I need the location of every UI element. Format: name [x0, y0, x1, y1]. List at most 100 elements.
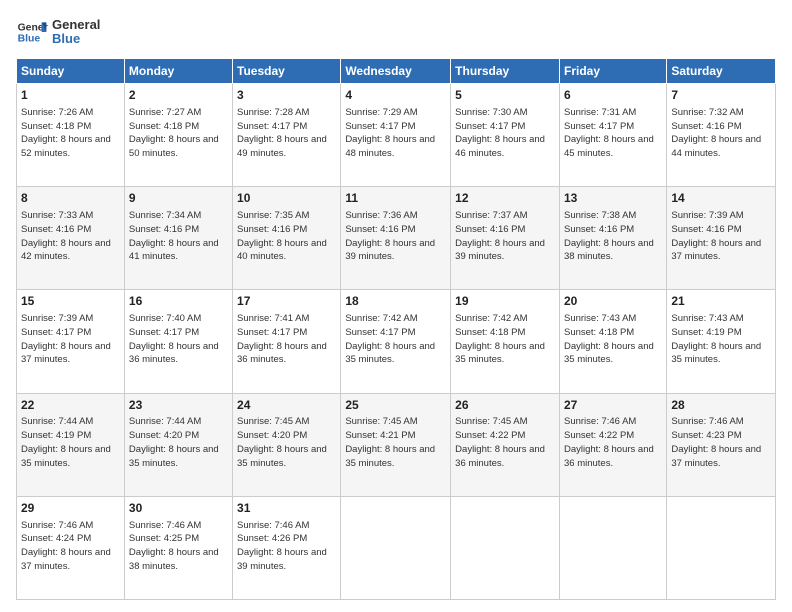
day-info: Sunrise: 7:45 AMSunset: 4:22 PMDaylight:…	[455, 416, 545, 468]
day-cell-3: 3Sunrise: 7:28 AMSunset: 4:17 PMDaylight…	[233, 84, 341, 187]
day-cell-6: 6 Sunrise: 7:31 AMSunset: 4:17 PMDaylight…	[559, 84, 666, 187]
day-number: 5	[455, 87, 555, 104]
day-number: 10	[237, 190, 336, 207]
header: General Blue General Blue	[16, 16, 776, 48]
day-number: 22	[21, 397, 120, 414]
day-number: 16	[129, 293, 228, 310]
day-cell-26: 26Sunrise: 7:45 AMSunset: 4:22 PMDayligh…	[451, 393, 560, 496]
day-number: 8	[21, 190, 120, 207]
day-info: Sunrise: 7:33 AMSunset: 4:16 PMDaylight:…	[21, 210, 111, 262]
day-info: Sunrise: 7:27 AMSunset: 4:18 PMDaylight:…	[129, 107, 219, 159]
day-cell-8: 8 Sunrise: 7:33 AMSunset: 4:16 PMDaylight…	[17, 187, 125, 290]
day-cell-14: 14Sunrise: 7:39 AMSunset: 4:16 PMDayligh…	[667, 187, 776, 290]
day-number: 12	[455, 190, 555, 207]
day-number: 3	[237, 87, 336, 104]
day-info: Sunrise: 7:35 AMSunset: 4:16 PMDaylight:…	[237, 210, 327, 262]
weekday-saturday: Saturday	[667, 59, 776, 84]
day-info: Sunrise: 7:41 AMSunset: 4:17 PMDaylight:…	[237, 313, 327, 365]
day-number: 7	[671, 87, 771, 104]
day-cell-11: 11 Sunrise: 7:36 AMSunset: 4:16 PMDayligh…	[341, 187, 451, 290]
day-info: Sunrise: 7:46 AMSunset: 4:22 PMDaylight:…	[564, 416, 654, 468]
day-cell-23: 23 Sunrise: 7:44 AMSunset: 4:20 PMDayligh…	[124, 393, 232, 496]
day-number: 21	[671, 293, 771, 310]
day-cell-30: 30 Sunrise: 7:46 AMSunset: 4:25 PMDayligh…	[124, 496, 232, 599]
week-row-1: 1Sunrise: 7:26 AMSunset: 4:18 PMDaylight…	[17, 84, 776, 187]
day-number: 17	[237, 293, 336, 310]
week-row-5: 29 Sunrise: 7:46 AMSunset: 4:24 PMDayligh…	[17, 496, 776, 599]
day-cell-16: 16 Sunrise: 7:40 AMSunset: 4:17 PMDayligh…	[124, 290, 232, 393]
day-info: Sunrise: 7:43 AMSunset: 4:18 PMDaylight:…	[564, 313, 654, 365]
day-number: 25	[345, 397, 446, 414]
day-number: 2	[129, 87, 228, 104]
day-cell-18: 18Sunrise: 7:42 AMSunset: 4:17 PMDayligh…	[341, 290, 451, 393]
day-number: 15	[21, 293, 120, 310]
day-number: 24	[237, 397, 336, 414]
day-info: Sunrise: 7:43 AMSunset: 4:19 PMDaylight:…	[671, 313, 761, 365]
day-info: Sunrise: 7:29 AMSunset: 4:17 PMDaylight:…	[345, 107, 435, 159]
day-info: Sunrise: 7:42 AMSunset: 4:18 PMDaylight:…	[455, 313, 545, 365]
day-info: Sunrise: 7:44 AMSunset: 4:20 PMDaylight:…	[129, 416, 219, 468]
day-cell-19: 19 Sunrise: 7:42 AMSunset: 4:18 PMDayligh…	[451, 290, 560, 393]
day-cell-27: 27 Sunrise: 7:46 AMSunset: 4:22 PMDayligh…	[559, 393, 666, 496]
day-number: 29	[21, 500, 120, 517]
week-row-4: 22 Sunrise: 7:44 AMSunset: 4:19 PMDayligh…	[17, 393, 776, 496]
day-info: Sunrise: 7:45 AMSunset: 4:20 PMDaylight:…	[237, 416, 327, 468]
day-number: 20	[564, 293, 662, 310]
weekday-thursday: Thursday	[451, 59, 560, 84]
day-cell-22: 22 Sunrise: 7:44 AMSunset: 4:19 PMDayligh…	[17, 393, 125, 496]
day-number: 19	[455, 293, 555, 310]
day-info: Sunrise: 7:45 AMSunset: 4:21 PMDaylight:…	[345, 416, 435, 468]
logo-general: General	[52, 18, 100, 32]
weekday-sunday: Sunday	[17, 59, 125, 84]
calendar-body: 1Sunrise: 7:26 AMSunset: 4:18 PMDaylight…	[17, 84, 776, 600]
day-cell-7: 7 Sunrise: 7:32 AMSunset: 4:16 PMDaylight…	[667, 84, 776, 187]
day-number: 28	[671, 397, 771, 414]
day-info: Sunrise: 7:26 AMSunset: 4:18 PMDaylight:…	[21, 107, 111, 159]
day-number: 31	[237, 500, 336, 517]
day-info: Sunrise: 7:40 AMSunset: 4:17 PMDaylight:…	[129, 313, 219, 365]
weekday-monday: Monday	[124, 59, 232, 84]
day-cell-15: 15 Sunrise: 7:39 AMSunset: 4:17 PMDayligh…	[17, 290, 125, 393]
day-number: 11	[345, 190, 446, 207]
day-number: 23	[129, 397, 228, 414]
day-info: Sunrise: 7:30 AMSunset: 4:17 PMDaylight:…	[455, 107, 545, 159]
week-row-2: 8 Sunrise: 7:33 AMSunset: 4:16 PMDaylight…	[17, 187, 776, 290]
day-cell-20: 20 Sunrise: 7:43 AMSunset: 4:18 PMDayligh…	[559, 290, 666, 393]
empty-cell	[667, 496, 776, 599]
day-info: Sunrise: 7:46 AMSunset: 4:23 PMDaylight:…	[671, 416, 761, 468]
day-cell-31: 31Sunrise: 7:46 AMSunset: 4:26 PMDayligh…	[233, 496, 341, 599]
week-row-3: 15 Sunrise: 7:39 AMSunset: 4:17 PMDayligh…	[17, 290, 776, 393]
day-info: Sunrise: 7:46 AMSunset: 4:25 PMDaylight:…	[129, 520, 219, 572]
day-info: Sunrise: 7:39 AMSunset: 4:17 PMDaylight:…	[21, 313, 111, 365]
day-cell-4: 4Sunrise: 7:29 AMSunset: 4:17 PMDaylight…	[341, 84, 451, 187]
day-info: Sunrise: 7:32 AMSunset: 4:16 PMDaylight:…	[671, 107, 761, 159]
empty-cell	[559, 496, 666, 599]
day-cell-9: 9 Sunrise: 7:34 AMSunset: 4:16 PMDaylight…	[124, 187, 232, 290]
empty-cell	[341, 496, 451, 599]
logo-blue: Blue	[52, 32, 100, 46]
day-info: Sunrise: 7:37 AMSunset: 4:16 PMDaylight:…	[455, 210, 545, 262]
day-cell-13: 13 Sunrise: 7:38 AMSunset: 4:16 PMDayligh…	[559, 187, 666, 290]
day-info: Sunrise: 7:44 AMSunset: 4:19 PMDaylight:…	[21, 416, 111, 468]
day-number: 18	[345, 293, 446, 310]
day-info: Sunrise: 7:38 AMSunset: 4:16 PMDaylight:…	[564, 210, 654, 262]
weekday-wednesday: Wednesday	[341, 59, 451, 84]
day-cell-1: 1Sunrise: 7:26 AMSunset: 4:18 PMDaylight…	[17, 84, 125, 187]
day-info: Sunrise: 7:31 AMSunset: 4:17 PMDaylight:…	[564, 107, 654, 159]
day-info: Sunrise: 7:39 AMSunset: 4:16 PMDaylight:…	[671, 210, 761, 262]
day-number: 6	[564, 87, 662, 104]
day-info: Sunrise: 7:36 AMSunset: 4:16 PMDaylight:…	[345, 210, 435, 262]
day-number: 30	[129, 500, 228, 517]
day-info: Sunrise: 7:34 AMSunset: 4:16 PMDaylight:…	[129, 210, 219, 262]
day-cell-21: 21 Sunrise: 7:43 AMSunset: 4:19 PMDayligh…	[667, 290, 776, 393]
day-info: Sunrise: 7:46 AMSunset: 4:24 PMDaylight:…	[21, 520, 111, 572]
calendar-table: SundayMondayTuesdayWednesdayThursdayFrid…	[16, 58, 776, 600]
logo-icon: General Blue	[16, 16, 48, 48]
day-number: 13	[564, 190, 662, 207]
day-number: 27	[564, 397, 662, 414]
day-cell-10: 10 Sunrise: 7:35 AMSunset: 4:16 PMDayligh…	[233, 187, 341, 290]
day-cell-2: 2 Sunrise: 7:27 AMSunset: 4:18 PMDaylight…	[124, 84, 232, 187]
weekday-tuesday: Tuesday	[233, 59, 341, 84]
day-number: 9	[129, 190, 228, 207]
day-cell-24: 24 Sunrise: 7:45 AMSunset: 4:20 PMDayligh…	[233, 393, 341, 496]
